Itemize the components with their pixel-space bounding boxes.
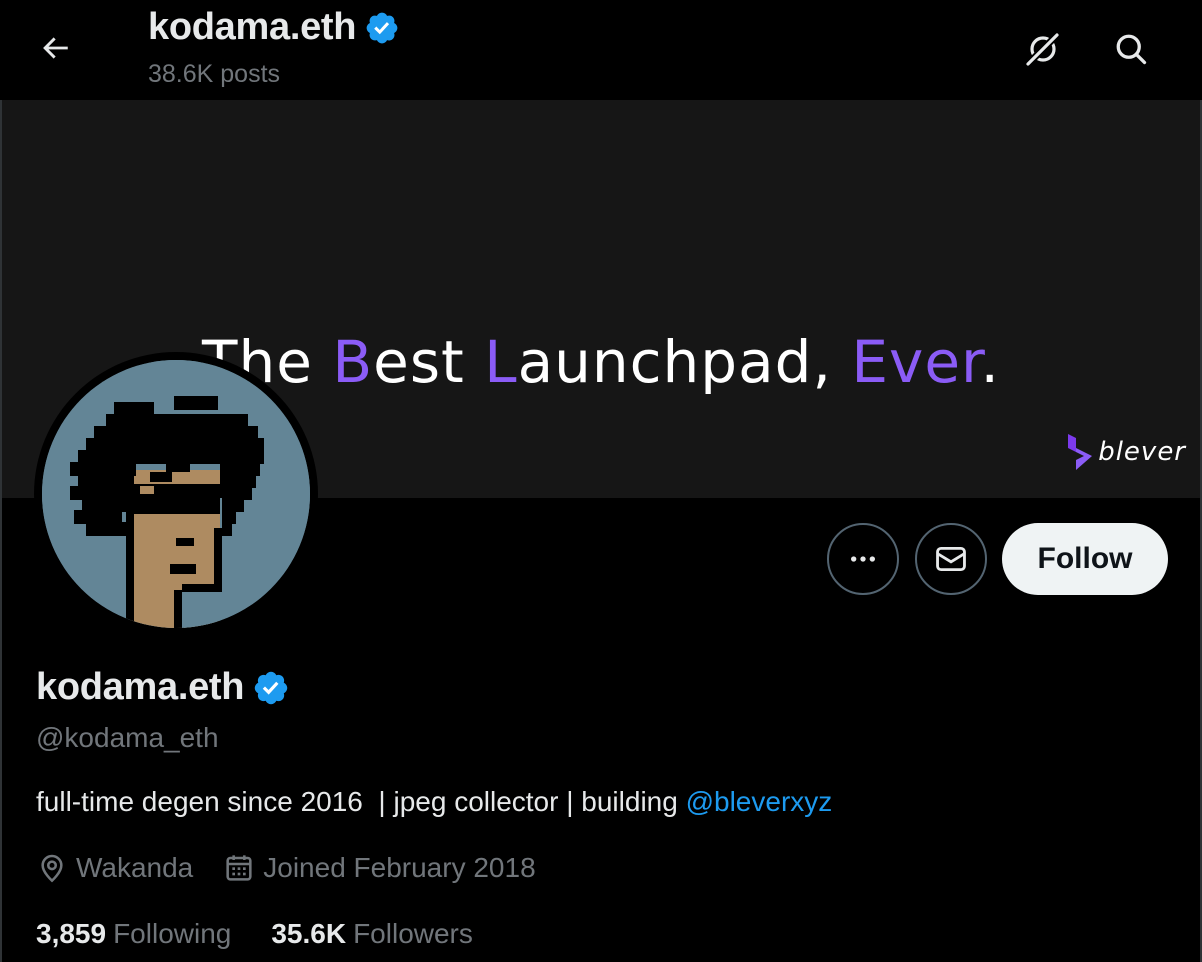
location-text: Wakanda	[76, 852, 194, 883]
bio-text: full-time degen since 2016 | jpeg collec…	[36, 786, 686, 817]
blever-logo-icon	[1068, 434, 1093, 470]
follow-button[interactable]: Follow	[1002, 523, 1168, 595]
profile-bio: full-time degen since 2016 | jpeg collec…	[36, 786, 832, 818]
joined-item: Joined February 2018	[223, 852, 536, 884]
verified-badge-icon	[366, 12, 398, 43]
grok-button[interactable]	[1018, 24, 1068, 74]
following-label: Following	[113, 918, 232, 949]
location-pin-icon	[41, 854, 63, 883]
profile-name: kodama.eth	[36, 666, 245, 708]
bio-mention-link[interactable]: @bleverxyz	[686, 786, 833, 817]
followers-count: 35.6K	[271, 918, 347, 949]
message-button[interactable]	[915, 523, 987, 595]
banner-text-2: B	[332, 328, 374, 396]
mail-icon	[936, 546, 966, 572]
profile-header: kodama.eth 38.6K posts	[0, 0, 1202, 100]
calendar-icon	[226, 855, 252, 881]
following-count: 3,859	[36, 918, 107, 949]
banner-text-4: L	[484, 328, 518, 396]
followers-stat[interactable]: 35.6K Followers	[271, 918, 473, 950]
profile-name-row: kodama.eth	[36, 666, 290, 709]
pixel-punk-avatar	[42, 360, 310, 628]
banner-text-7: er	[924, 328, 981, 396]
grok-icon	[1026, 33, 1059, 66]
verified-badge-icon[interactable]	[252, 669, 290, 707]
header-title: kodama.eth	[148, 6, 400, 49]
blever-logo: blever	[1066, 432, 1186, 472]
profile-meta: Wakanda Joined February 2018	[36, 852, 536, 884]
search-button[interactable]	[1106, 24, 1156, 74]
profile-handle: @kodama_eth	[36, 722, 219, 753]
location-item: Wakanda	[36, 852, 193, 884]
back-button[interactable]	[30, 26, 80, 70]
joined-text: Joined February 2018	[263, 852, 536, 883]
header-name: kodama.eth	[148, 6, 357, 48]
search-icon	[1116, 34, 1147, 65]
banner-text-6: Ev	[851, 328, 925, 396]
arrow-left-icon	[43, 37, 68, 59]
banner-text-3: est	[373, 328, 485, 396]
banner-text-8: .	[980, 328, 1000, 396]
banner-text-5: aunchpad,	[517, 328, 852, 396]
avatar-image	[42, 360, 310, 628]
post-count: 38.6K posts	[148, 60, 281, 88]
follow-stats: 3,859 Following 35.6K Followers	[36, 918, 473, 950]
followers-label: Followers	[353, 918, 473, 949]
profile-avatar[interactable]	[34, 352, 318, 636]
following-stat[interactable]: 3,859 Following	[36, 918, 231, 950]
more-options-button[interactable]	[827, 523, 899, 595]
blever-logo-text: blever	[1098, 437, 1186, 467]
more-icon	[851, 556, 875, 562]
